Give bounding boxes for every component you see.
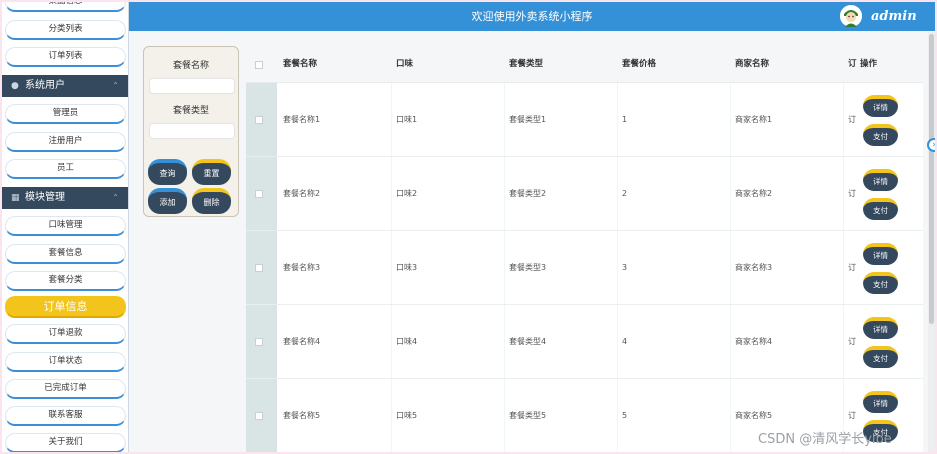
username[interactable]: admin <box>871 2 917 31</box>
sidebar-group-label: 模块管理 <box>25 192 65 203</box>
column-header: 订 <box>848 59 857 69</box>
avatar[interactable] <box>840 5 862 27</box>
row-checkbox[interactable] <box>255 264 263 272</box>
page-scrollbar[interactable] <box>928 32 935 452</box>
app-title: 欢迎使用外卖系统小程序 <box>471 10 593 23</box>
column-header: 操作 <box>860 59 878 69</box>
column-header: 套餐名称 <box>283 59 318 69</box>
cell-combo-type: 套餐类型4 <box>509 337 547 346</box>
delete-button[interactable]: 删除 <box>192 188 231 214</box>
cell-order: 订 <box>848 189 856 198</box>
sidebar-group-modules[interactable]: ▦ 模块管理 ⌃ <box>2 187 128 209</box>
sidebar-item-order-list[interactable]: 订单列表 <box>5 47 126 67</box>
column-header: 套餐类型 <box>509 59 544 69</box>
detail-button[interactable]: 详情 <box>863 243 898 265</box>
app-frame: 菜品信息 分类列表 订单列表 ● 系统用户 ⌃ 管理员 注册用户 员工 ▦ 模块管理… <box>2 2 935 452</box>
cell-merchant: 商家名称2 <box>735 189 773 198</box>
column-header: 商家名称 <box>735 59 770 69</box>
table-header: 套餐名称 口味 套餐类型 套餐价格 商家名称 订 操作 <box>246 46 923 83</box>
cell-price: 5 <box>622 411 628 420</box>
avatar-icon <box>840 5 862 27</box>
cell-flavor: 口味1 <box>396 115 418 124</box>
user-icon: ● <box>11 81 19 91</box>
cell-flavor: 口味3 <box>396 263 418 272</box>
cell-combo-name: 套餐名称5 <box>283 411 321 420</box>
floating-action-icon[interactable]: › <box>927 138 935 152</box>
search-panel: 套餐名称 套餐类型 查询 重置 添加 删除 <box>143 46 239 217</box>
row-checkbox[interactable] <box>255 116 263 124</box>
cell-merchant: 商家名称4 <box>735 337 773 346</box>
row-checkbox[interactable] <box>255 190 263 198</box>
sidebar-item-completed-orders[interactable]: 已完成订单 <box>5 379 126 399</box>
detail-button[interactable]: 详情 <box>863 95 898 117</box>
scrollbar-thumb[interactable] <box>929 34 934 324</box>
sidebar-item-flavor[interactable]: 口味管理 <box>5 216 126 236</box>
grid-icon: ▦ <box>11 193 20 203</box>
cell-price: 4 <box>622 337 628 346</box>
sidebar-item-dish-info[interactable]: 菜品信息 <box>5 2 126 12</box>
column-header: 口味 <box>396 59 414 69</box>
combo-type-input[interactable] <box>149 123 235 139</box>
chevron-up-icon: ⌃ <box>112 81 119 90</box>
cell-order: 订 <box>848 337 856 346</box>
combo-type-label: 套餐类型 <box>172 106 209 116</box>
sidebar-item-staff[interactable]: 员工 <box>5 159 126 179</box>
query-button[interactable]: 查询 <box>148 159 187 185</box>
pay-button[interactable]: 支付 <box>863 198 898 220</box>
sidebar-item-about-us[interactable]: 关于我们 <box>5 433 126 452</box>
cell-combo-name: 套餐名称4 <box>283 337 321 346</box>
sidebar-item-combo-info[interactable]: 套餐信息 <box>5 244 126 264</box>
sidebar-group-label: 系统用户 <box>25 80 65 91</box>
cell-merchant: 商家名称3 <box>735 263 773 272</box>
combo-name-input[interactable] <box>149 78 235 94</box>
select-all-checkbox[interactable] <box>255 61 263 69</box>
cell-order: 订 <box>848 115 856 124</box>
chevron-up-icon: ⌃ <box>112 193 119 202</box>
cell-flavor: 口味5 <box>396 411 418 420</box>
combo-name-label: 套餐名称 <box>172 61 209 71</box>
cell-combo-type: 套餐类型3 <box>509 263 547 272</box>
table-row: 套餐名称3 口味3 套餐类型3 3 商家名称3 订 详情 支付 <box>246 231 923 305</box>
cell-combo-name: 套餐名称3 <box>283 263 321 272</box>
sidebar-item-registered-users[interactable]: 注册用户 <box>5 132 126 152</box>
reset-button[interactable]: 重置 <box>192 159 231 185</box>
data-table: 套餐名称 口味 套餐类型 套餐价格 商家名称 订 操作 套餐名称1 口味1 套餐… <box>246 46 923 452</box>
cell-price: 3 <box>622 263 628 272</box>
sidebar-item-order-refund[interactable]: 订单退款 <box>5 324 126 344</box>
cell-flavor: 口味2 <box>396 189 418 198</box>
sidebar-group-system-users[interactable]: ● 系统用户 ⌃ <box>2 75 128 97</box>
cell-combo-type: 套餐类型2 <box>509 189 547 198</box>
cell-order: 订 <box>848 263 856 272</box>
add-button[interactable]: 添加 <box>148 188 187 214</box>
pay-button[interactable]: 支付 <box>863 124 898 146</box>
cell-price: 2 <box>622 189 628 198</box>
sidebar-item-order-status[interactable]: 订单状态 <box>5 352 126 372</box>
table-row: 套餐名称4 口味4 套餐类型4 4 商家名称4 订 详情 支付 <box>246 305 923 379</box>
detail-button[interactable]: 详情 <box>863 169 898 191</box>
cell-flavor: 口味4 <box>396 337 418 346</box>
cell-combo-type: 套餐类型5 <box>509 411 547 420</box>
sidebar-item-contact-service[interactable]: 联系客服 <box>5 406 126 426</box>
pay-button[interactable]: 支付 <box>863 272 898 294</box>
row-checkbox[interactable] <box>255 412 263 420</box>
row-checkbox[interactable] <box>255 338 263 346</box>
cell-merchant: 商家名称1 <box>735 115 773 124</box>
sidebar-item-category-list[interactable]: 分类列表 <box>5 20 126 40</box>
column-header: 套餐价格 <box>622 59 657 69</box>
sidebar-item-order-info-active[interactable]: 订单信息 <box>5 296 126 318</box>
sidebar-item-admin[interactable]: 管理员 <box>5 104 126 124</box>
table-row: 套餐名称2 口味2 套餐类型2 2 商家名称2 订 详情 支付 <box>246 157 923 231</box>
pay-button[interactable]: 支付 <box>863 346 898 368</box>
cell-combo-name: 套餐名称2 <box>283 189 321 198</box>
table-row: 套餐名称1 口味1 套餐类型1 1 商家名称1 订 详情 支付 <box>246 83 923 157</box>
cell-combo-name: 套餐名称1 <box>283 115 321 124</box>
top-bar: 欢迎使用外卖系统小程序 admin <box>129 2 935 31</box>
cell-price: 1 <box>622 115 628 124</box>
detail-button[interactable]: 详情 <box>863 317 898 339</box>
watermark: CSDN @清风学长ylbe <box>758 432 892 447</box>
sidebar: 菜品信息 分类列表 订单列表 ● 系统用户 ⌃ 管理员 注册用户 员工 ▦ 模块管理… <box>2 2 129 452</box>
detail-button[interactable]: 详情 <box>863 391 898 413</box>
sidebar-item-combo-category[interactable]: 套餐分类 <box>5 271 126 291</box>
cell-combo-type: 套餐类型1 <box>509 115 547 124</box>
